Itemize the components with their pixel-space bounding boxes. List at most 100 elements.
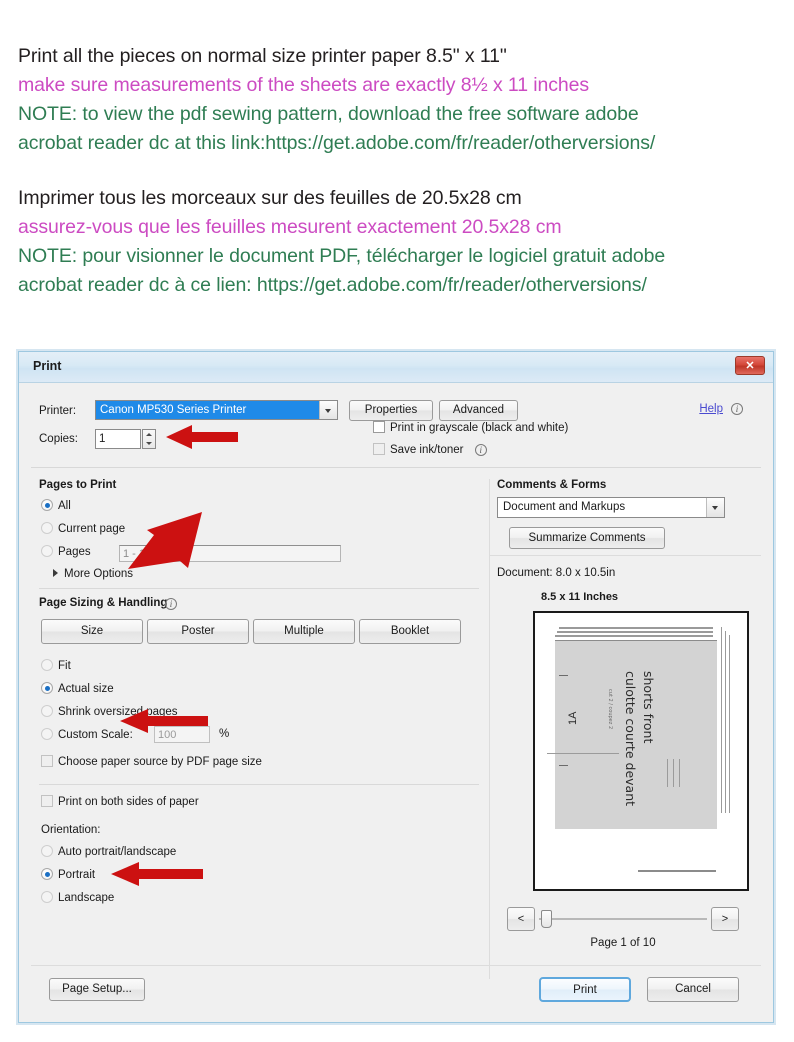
radio-shrink-indicator[interactable] <box>41 705 53 717</box>
radio-portrait-indicator[interactable] <box>41 868 53 880</box>
page-slider-thumb[interactable] <box>541 910 552 928</box>
grayscale-label: Print in grayscale (black and white) <box>390 422 569 434</box>
close-icon[interactable]: ✕ <box>735 356 765 375</box>
radio-current-page-label: Current page <box>58 523 126 535</box>
instruction-line-en-4: acrobat reader dc at this link:https://g… <box>18 132 656 154</box>
dialog-footer: Page Setup... Print Cancel <box>31 965 761 1012</box>
radio-actual-size-label: Actual size <box>58 683 114 695</box>
duplex-checkbox-row[interactable]: Print on both sides of paper <box>41 795 199 808</box>
page-sizing-info-icon[interactable]: i <box>165 598 177 610</box>
advanced-button[interactable]: Advanced <box>439 400 518 421</box>
next-page-button[interactable]: > <box>711 907 739 931</box>
radio-shrink-oversized[interactable]: Shrink oversized pages <box>41 705 178 718</box>
divider-1 <box>39 587 479 589</box>
radio-pages-label: Pages <box>58 546 91 558</box>
radio-pages-indicator[interactable] <box>41 545 53 557</box>
page-sizing-group: Page Sizing & Handling i Size Poster Mul… <box>39 597 479 775</box>
radio-custom-scale[interactable]: Custom Scale: 100 % <box>41 726 261 743</box>
save-ink-label: Save ink/toner <box>390 444 464 456</box>
page-setup-button[interactable]: Page Setup... <box>49 978 145 1001</box>
radio-all-label: All <box>58 500 71 512</box>
chevron-down-icon[interactable] <box>319 401 337 419</box>
copies-stepper[interactable] <box>142 429 156 449</box>
summarize-comments-button[interactable]: Summarize Comments <box>509 527 665 549</box>
radio-landscape-indicator[interactable] <box>41 891 53 903</box>
poster-button[interactable]: Poster <box>147 619 249 644</box>
comments-forms-select[interactable]: Document and Markups <box>497 497 725 518</box>
page-sizing-title: Page Sizing & Handling <box>39 597 168 609</box>
instruction-line-fr-2: assurez-vous que les feuilles mesurent e… <box>18 216 562 238</box>
pattern-title-fr: culotte courte devant <box>623 671 638 807</box>
radio-auto-indicator[interactable] <box>41 845 53 857</box>
printer-section: Printer: Canon MP530 Series Printer Prop… <box>31 391 761 468</box>
instruction-line-en-2: make sure measurements of the sheets are… <box>18 74 590 96</box>
radio-actual-size[interactable]: Actual size <box>41 682 114 695</box>
column-divider <box>489 479 490 979</box>
more-options-label: More Options <box>64 568 134 580</box>
instruction-line-fr-4: acrobat reader dc à ce lien: https://get… <box>18 274 647 296</box>
paper-source-checkbox-row[interactable]: Choose paper source by PDF page size <box>41 755 262 768</box>
multiple-button[interactable]: Multiple <box>253 619 355 644</box>
save-ink-checkbox-row[interactable]: Save ink/toner i <box>373 443 487 456</box>
radio-shrink-label: Shrink oversized pages <box>58 706 178 718</box>
divider-2 <box>39 783 479 785</box>
paper-size-label: 8.5 x 11 Inches <box>541 591 619 603</box>
chevron-down-icon-comments[interactable] <box>706 498 724 517</box>
radio-pages[interactable]: Pages 1 - 10 <box>41 545 351 562</box>
radio-custom-scale-label: Custom Scale: <box>58 729 133 741</box>
paper-source-label: Choose paper source by PDF page size <box>58 756 262 768</box>
cancel-button[interactable]: Cancel <box>647 977 739 1002</box>
prev-page-button[interactable]: < <box>507 907 535 931</box>
radio-fit-indicator[interactable] <box>41 659 53 671</box>
copies-input[interactable]: 1 <box>95 429 141 449</box>
pages-range-input[interactable]: 1 - 10 <box>119 545 341 562</box>
radio-custom-scale-indicator[interactable] <box>41 728 53 740</box>
radio-current-page-indicator[interactable] <box>41 522 53 534</box>
radio-all-indicator[interactable] <box>41 499 53 511</box>
comments-forms-value: Document and Markups <box>503 501 626 513</box>
radio-landscape[interactable]: Landscape <box>41 891 114 904</box>
comments-divider <box>489 555 761 556</box>
radio-auto-orientation[interactable]: Auto portrait/landscape <box>41 845 176 858</box>
pattern-title-en: shorts front <box>641 671 656 744</box>
printer-selected-value: Canon MP530 Series Printer <box>96 401 319 419</box>
properties-button[interactable]: Properties <box>349 400 433 421</box>
page-slider-track[interactable] <box>539 918 707 920</box>
pattern-piece: shorts front culotte courte devant cut 2… <box>547 627 730 829</box>
help-link[interactable]: Help <box>699 403 723 415</box>
instruction-line-fr-3: NOTE: pour visionner le document PDF, té… <box>18 245 666 267</box>
more-options-toggle[interactable]: More Options <box>53 568 133 580</box>
radio-actual-size-indicator[interactable] <box>41 682 53 694</box>
instruction-line-en-1: Print all the pieces on normal size prin… <box>18 45 507 67</box>
instruction-line-en-3: NOTE: to view the pdf sewing pattern, do… <box>18 103 639 125</box>
radio-portrait-label: Portrait <box>58 869 96 881</box>
instruction-spacer <box>18 158 788 184</box>
printer-select[interactable]: Canon MP530 Series Printer <box>95 400 338 420</box>
orientation-group: Print on both sides of paper Orientation… <box>39 795 479 907</box>
chevron-right-icon[interactable] <box>53 569 58 577</box>
size-button[interactable]: Size <box>41 619 143 644</box>
grayscale-checkbox[interactable] <box>373 421 385 433</box>
comments-forms-title: Comments & Forms <box>497 479 607 491</box>
grayscale-checkbox-row[interactable]: Print in grayscale (black and white) <box>373 421 568 434</box>
duplex-label: Print on both sides of paper <box>58 796 199 808</box>
custom-scale-input[interactable]: 100 <box>154 726 210 743</box>
radio-auto-label: Auto portrait/landscape <box>58 846 177 858</box>
radio-current-page[interactable]: Current page <box>41 522 125 535</box>
radio-portrait[interactable]: Portrait <box>41 868 95 881</box>
booklet-button[interactable]: Booklet <box>359 619 461 644</box>
duplex-checkbox[interactable] <box>41 795 53 807</box>
dialog-title: Print <box>33 359 62 373</box>
save-ink-checkbox[interactable] <box>373 443 385 455</box>
print-button[interactable]: Print <box>539 977 631 1002</box>
help-info-icon[interactable]: i <box>731 403 743 415</box>
stepper-down-icon[interactable] <box>143 439 155 448</box>
radio-all[interactable]: All <box>41 499 71 512</box>
dialog-body: Printer: Canon MP530 Series Printer Prop… <box>19 383 773 1022</box>
paper-source-checkbox[interactable] <box>41 755 53 767</box>
pages-to-print-title: Pages to Print <box>39 479 117 491</box>
pattern-cut-note: cut 2 / coupez 2 <box>607 689 613 730</box>
save-ink-info-icon[interactable]: i <box>474 443 487 456</box>
stepper-up-icon[interactable] <box>143 430 155 439</box>
radio-fit[interactable]: Fit <box>41 659 71 672</box>
